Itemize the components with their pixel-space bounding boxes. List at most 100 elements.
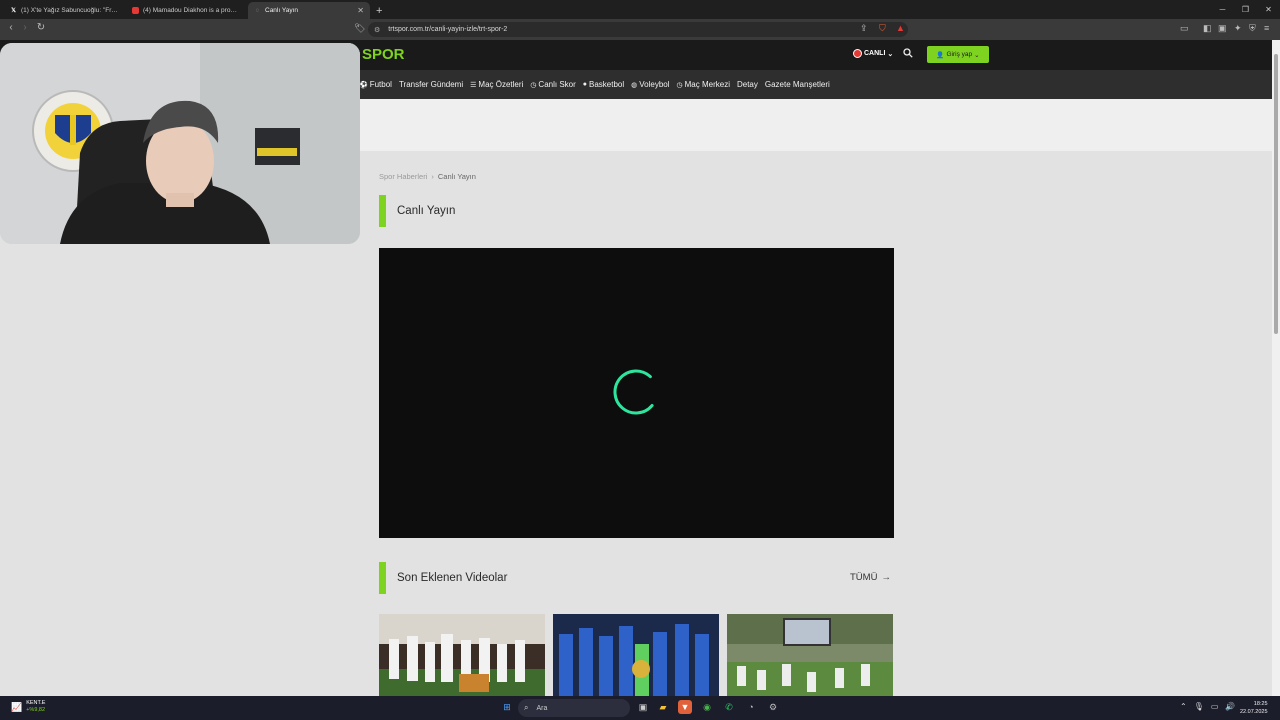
accent-bar [379, 195, 386, 227]
volume-icon[interactable]: 🔊 [1225, 702, 1235, 711]
site-info-icon[interactable]: ⚙ [374, 26, 380, 34]
breadcrumb-separator: › [431, 172, 434, 181]
thumbnail-image [379, 614, 545, 696]
user-icon: 👤 [936, 51, 945, 59]
nav-item-voleybol[interactable]: ◍ Voleybol [631, 80, 669, 89]
nav-item-detay[interactable]: Detay [737, 80, 758, 89]
brave-shield-icon[interactable]: ⛉ [879, 23, 886, 34]
time: 18:25 [1253, 701, 1268, 707]
back-icon[interactable]: ‹ [4, 22, 18, 33]
thumbnail-image [727, 614, 893, 696]
nav-label: Maç Özetleri [478, 80, 524, 89]
forward-icon[interactable]: › [18, 22, 32, 33]
task-view-icon[interactable]: ▣ [636, 700, 650, 714]
brave-browser-icon[interactable]: ▼ [678, 700, 692, 714]
globe-icon: ◌ [255, 7, 260, 14]
share-icon[interactable]: ⇪ [860, 23, 868, 34]
live-section-header: Canlı Yayın [379, 195, 455, 227]
login-label: Giriş yap [946, 51, 973, 58]
restore-icon[interactable]: ❐ [1234, 0, 1257, 19]
url-text: trtspor.com.tr/canli-yayin-izle/trt-spor… [388, 26, 508, 33]
nav-item-canli-skor[interactable]: ◷ Canlı Skor [530, 80, 575, 89]
microphone-icon[interactable]: 🎙 [1194, 702, 1204, 711]
clock-icon: ◷ [676, 81, 683, 89]
all-videos-link[interactable]: TÜMÜ → [850, 572, 891, 583]
scrollbar-thumb[interactable] [1274, 54, 1278, 334]
extensions-icon[interactable]: ✦ [1234, 23, 1242, 34]
nav-item-gazete[interactable]: Gazete Manşetleri [765, 80, 830, 89]
accent-bar [379, 562, 386, 594]
browser-tab-x[interactable]: 𝕏 (1) X'te Yağız Sabuncuoğlu: "Fransa'd [4, 2, 126, 19]
volleyball-icon: ◍ [631, 81, 638, 89]
nav-label: Transfer Gündemi [398, 80, 464, 89]
system-tray: ⌃ 🎙 ▭ 🔊 [1180, 702, 1235, 711]
bookmark-icon[interactable]: 🏷 [354, 23, 365, 34]
search-icon: ⌕ [524, 703, 529, 712]
nav-label: Canlı Skor [538, 80, 576, 89]
reload-icon[interactable]: ↻ [34, 22, 48, 33]
chrome-icon[interactable]: ◉ [700, 700, 714, 714]
minimize-icon[interactable]: ─ [1211, 0, 1234, 19]
page-scrollbar[interactable] [1272, 40, 1280, 696]
close-tab-icon[interactable]: ✕ [357, 6, 364, 15]
webcam-overlay [0, 43, 360, 244]
start-icon[interactable]: ⊞ [500, 700, 514, 714]
loading-spinner-icon [613, 369, 659, 415]
menu-icon[interactable]: ≡ [1264, 23, 1269, 33]
video-thumbnail[interactable] [379, 614, 545, 696]
window-controls: ─ ❐ ✕ [1211, 0, 1280, 19]
youtube-icon [132, 7, 139, 14]
nav-item-futbol[interactable]: ⚽ Futbol [359, 80, 392, 89]
football-icon: ⚽ [359, 81, 368, 89]
vpn-icon[interactable]: ⛨ [1249, 23, 1256, 34]
nav-label: Maç Merkezi [684, 80, 730, 89]
new-tab-button[interactable]: + [370, 2, 388, 19]
list-icon: ☰ [470, 81, 477, 89]
network-icon[interactable]: ▭ [1211, 702, 1219, 711]
nav-item-mac-ozetleri[interactable]: ☰ Maç Özetleri [470, 80, 523, 89]
search-label: Ara [536, 704, 548, 712]
nav-item-transfer[interactable]: Transfer Gündemi [399, 80, 463, 89]
live-label: CANLI [864, 50, 886, 57]
all-label: TÜMÜ [850, 572, 878, 583]
settings-icon[interactable]: ⚙ [766, 700, 780, 714]
chevron-up-icon[interactable]: ⌃ [1180, 702, 1187, 711]
whatsapp-icon[interactable]: ✆ [722, 700, 736, 714]
basketball-icon: ● [582, 81, 588, 88]
login-button[interactable]: 👤 Giriş yap ⌄ [927, 46, 989, 63]
reader-icon[interactable]: ▭ [1180, 23, 1189, 34]
video-thumbnail[interactable] [727, 614, 893, 696]
section-title: Son Eklenen Videolar [397, 572, 508, 584]
browser-tab-bar: 𝕏 (1) X'te Yağız Sabuncuoğlu: "Fransa'd … [0, 0, 1280, 19]
breadcrumb-home[interactable]: Spor Haberleri [379, 172, 427, 181]
chevron-down-icon: ⌄ [974, 51, 980, 59]
live-button[interactable]: CANLI ⌄ [853, 49, 893, 58]
address-bar[interactable]: ⚙ trtspor.com.tr/canli-yayin-izle/trt-sp… [368, 22, 908, 37]
page-title: Canlı Yayın [397, 205, 456, 217]
search-icon[interactable] [903, 48, 913, 58]
windows-taskbar: 📈 KENT.E +%9,82 ⊞ ⌕ Ara ▣ ▰ ▼ ◉ ✆ ◔ ⚙ ⌃ … [0, 696, 1280, 720]
chevron-down-icon: ⌄ [887, 50, 894, 58]
sidebar-icon[interactable]: ◧ [1203, 23, 1212, 34]
rewards-icon[interactable]: ▲ [896, 23, 905, 33]
breadcrumb: Spor Haberleri › Canlı Yayın [379, 172, 476, 181]
site-logo[interactable]: SPOR [362, 46, 405, 63]
nav-item-mac-merkezi[interactable]: ◷ Maç Merkezi [677, 80, 730, 89]
x-icon: 𝕏 [11, 8, 16, 14]
file-explorer-icon[interactable]: ▰ [656, 700, 670, 714]
tabs-icon[interactable]: ▣ [1218, 23, 1227, 34]
browser-tab-youtube[interactable]: (4) Mamadou Diakhon is a promising [126, 2, 248, 19]
clock-icon: ◷ [530, 81, 537, 89]
breadcrumb-current: Canlı Yayın [437, 172, 476, 181]
tab-title: (1) X'te Yağız Sabuncuoğlu: "Fransa'd [21, 7, 120, 14]
video-thumbnail[interactable] [553, 614, 719, 696]
stock-chart-icon: 📈 [11, 701, 23, 712]
browser-tab-canli-yayin[interactable]: ◌ Canlı Yayın ✕ [248, 2, 370, 19]
tab-title: (4) Mamadou Diakhon is a promising [143, 7, 242, 14]
clock[interactable]: 18:25 22.07.2025 [1240, 700, 1268, 716]
widgets-button[interactable]: 📈 KENT.E +%9,82 [11, 700, 45, 714]
taskbar-search[interactable]: ⌕ Ara [518, 699, 630, 717]
close-window-icon[interactable]: ✕ [1257, 0, 1280, 19]
nav-item-basketbol[interactable]: ● Basketbol [583, 80, 624, 89]
app-icon[interactable]: ◔ [744, 700, 758, 714]
